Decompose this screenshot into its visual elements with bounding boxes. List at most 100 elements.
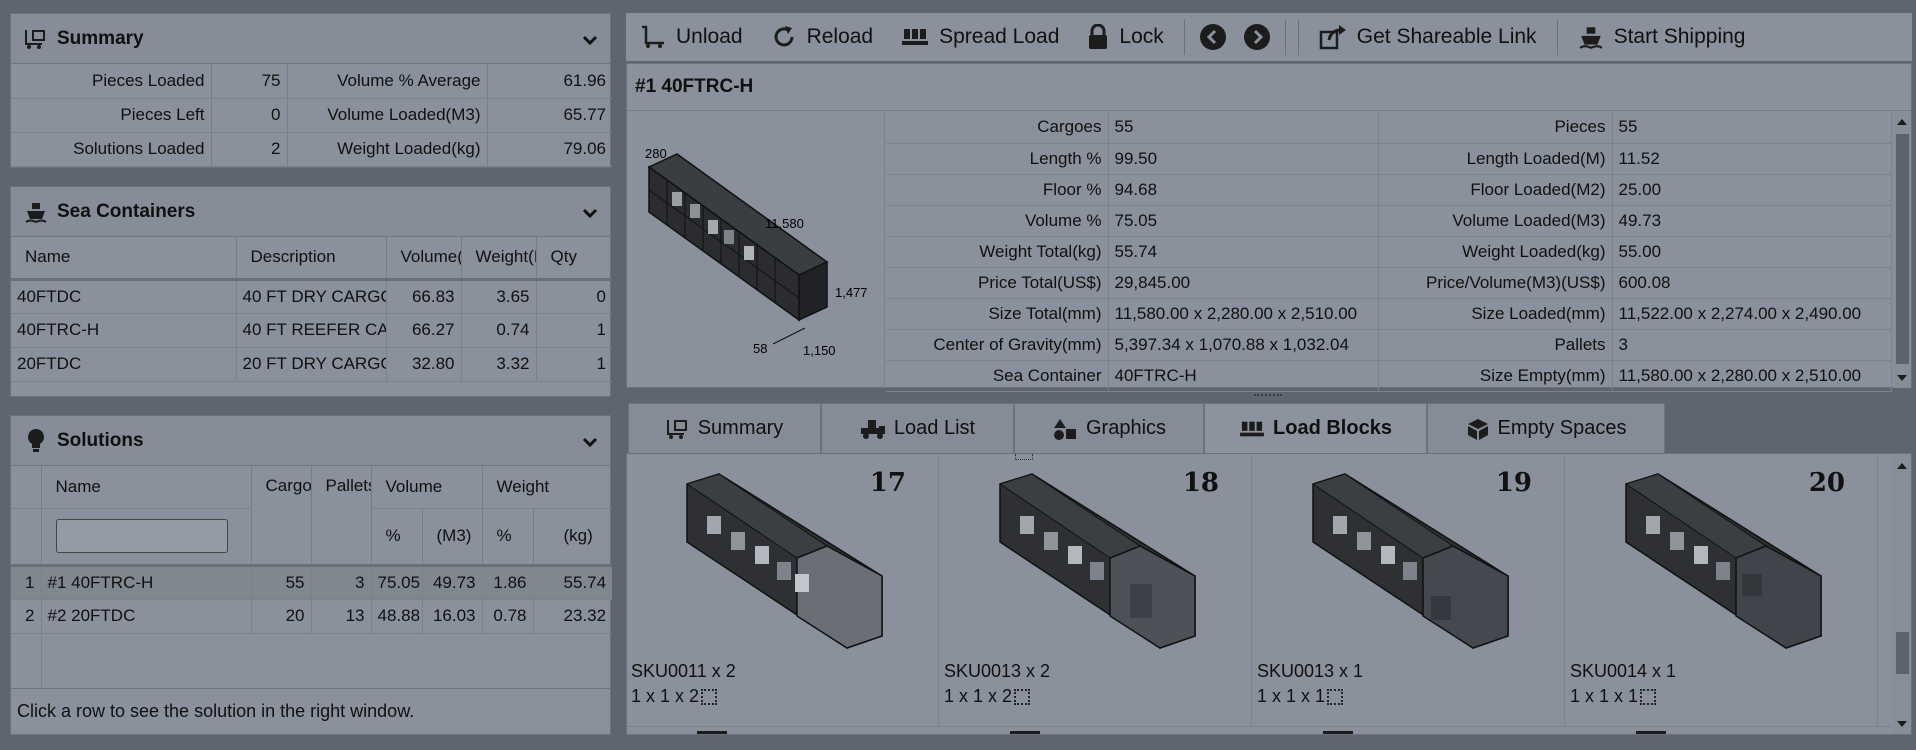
table-row[interactable]: 40FTRC-H 40 FT REEFER CA 66.27 0.74 1: [11, 313, 612, 348]
spread-load-button[interactable]: Spread Load: [887, 13, 1073, 61]
block-sku: SKU0014 x 1: [1570, 661, 1677, 681]
column-header[interactable]: Name: [41, 466, 252, 509]
box-icon: [1467, 418, 1488, 440]
column-header[interactable]: Qty: [536, 237, 612, 281]
table-row: Center of Gravity(mm) 5,397.34 x 1,070.88…: [886, 329, 1892, 361]
previous-button[interactable]: [1191, 13, 1235, 61]
solutions-header[interactable]: Solutions: [11, 416, 610, 466]
reload-button[interactable]: Reload: [757, 13, 888, 61]
name-filter-input[interactable]: [55, 519, 228, 553]
chevron-down-icon[interactable]: [580, 30, 600, 50]
tab-summary[interactable]: Summary: [628, 403, 821, 453]
detail-label: Volume Loaded(M3): [1378, 205, 1613, 237]
diagram-label-length: 11,580: [765, 216, 804, 231]
container-3d-image: 280 11,580 1,477 58 1,150: [645, 146, 868, 358]
block-dims: 1 x 1 x 1: [1257, 686, 1326, 706]
detail-value: 55: [1612, 112, 1892, 144]
column-header[interactable]: Weight(I: [461, 237, 537, 281]
sea-containers-header[interactable]: Sea Containers: [11, 187, 610, 237]
block-peek: [1636, 731, 1666, 734]
chevron-down-icon[interactable]: [580, 203, 600, 223]
column-header[interactable]: Name: [11, 237, 237, 281]
lock-icon: [1089, 24, 1108, 49]
stat-label: Volume % Average: [287, 64, 488, 99]
detail-value: 99.50: [1108, 143, 1379, 175]
detail-scrollbar-thumb[interactable]: [1896, 134, 1909, 364]
detail-value: 55.00: [1612, 236, 1892, 268]
ship-icon: [23, 199, 49, 225]
summary-panel-header[interactable]: Summary: [11, 14, 610, 64]
loader-icon: [23, 26, 49, 52]
next-button[interactable]: [1235, 13, 1279, 61]
scroll-up-icon[interactable]: [1893, 114, 1911, 130]
table-header-row: Name Cargo Pallets Volume Weight: [11, 466, 613, 567]
index-header: [11, 466, 42, 509]
solution-weight-kg: 55.74: [533, 565, 613, 600]
sea-containers-title: Sea Containers: [57, 200, 196, 222]
container-qty: 0: [536, 279, 612, 314]
detail-value: 11,522.00 x 2,274.00 x 2,490.00: [1612, 298, 1892, 330]
detail-scrollbar[interactable]: [1893, 112, 1911, 388]
scroll-down-icon[interactable]: [1893, 716, 1911, 732]
load-block-card[interactable]: 19 SKU0013 x 1 1 x 1 x 1: [1253, 456, 1565, 726]
detail-label: Price Total(US$): [886, 267, 1109, 299]
loader-icon: [666, 419, 687, 439]
tab-load-list[interactable]: Load List: [821, 403, 1014, 453]
shareable-link-button[interactable]: Get Shareable Link: [1305, 13, 1551, 61]
unload-button[interactable]: Unload: [626, 13, 757, 61]
table-row[interactable]: 1 #1 40FTRC-H 55 3 75.05 49.73 1.86 55.7…: [11, 565, 613, 600]
solution-weight-pct: 0.78: [482, 599, 534, 634]
solution-volume-pct: 75.05: [371, 565, 423, 600]
solution-weight-pct: 1.86: [482, 565, 534, 600]
solution-cargo: 55: [251, 565, 312, 600]
spread-load-label: Spread Load: [939, 25, 1060, 48]
detail-label: Sea Container: [886, 360, 1109, 392]
blocks-scrollbar-thumb[interactable]: [1896, 632, 1909, 674]
table-row[interactable]: 40FTDC 40 FT DRY CARGC 66.83 3.65 0: [11, 279, 612, 314]
detail-value: 40FTRC-H: [1108, 360, 1379, 392]
column-header[interactable]: Cargo: [251, 466, 312, 567]
splitter-handle[interactable]: [1254, 394, 1282, 398]
detail-value: 11,580.00 x 2,280.00 x 2,510.00: [1612, 360, 1892, 392]
solutions-title: Solutions: [57, 429, 144, 451]
load-block-card[interactable]: 18 SKU0013 x 2 1 x 1 x 2: [940, 456, 1252, 726]
column-header[interactable]: Volume(: [386, 237, 462, 281]
container-name: 20FTDC: [11, 347, 237, 382]
table-row: Weight Total(kg) 55.74 Weight Loaded(kg) 55…: [886, 236, 1892, 268]
table-row: Sea Container 40FTRC-H Size Empty(mm) 11,58…: [886, 360, 1892, 392]
table-row[interactable]: 2 #2 20FTDC 20 13 48.88 16.03 0.78 23.32: [11, 599, 613, 634]
container-volume: 32.80: [386, 347, 462, 382]
column-header[interactable]: Description: [236, 237, 387, 281]
column-subheader: (kg): [533, 508, 613, 567]
start-shipping-button[interactable]: Start Shipping: [1564, 13, 1760, 61]
load-block-card[interactable]: 17 SKU0011 x 2 1 x 1 x 2: [627, 456, 939, 726]
pallet-icon: [1240, 421, 1264, 436]
container-qty: 1: [536, 347, 612, 382]
tab-graphics[interactable]: Graphics: [1014, 403, 1204, 453]
stat-label: Weight Loaded(kg): [287, 132, 488, 167]
container-name: 40FTDC: [11, 279, 237, 314]
solution-name: #2 20FTDC: [41, 599, 252, 634]
tab-load-blocks[interactable]: Load Blocks: [1204, 403, 1427, 453]
chevron-down-icon[interactable]: [580, 432, 600, 452]
blocks-scrollbar[interactable]: [1893, 454, 1911, 734]
block-number: 19: [1495, 468, 1532, 498]
detail-value: 5,397.34 x 1,070.88 x 1,032.04: [1108, 329, 1379, 361]
lock-button[interactable]: Lock: [1073, 13, 1177, 61]
tab-summary-label: Summary: [697, 417, 784, 439]
detail-label: Floor Loaded(M2): [1378, 174, 1613, 206]
diagram-label-width: 1,150: [803, 343, 836, 358]
tab-empty-spaces[interactable]: Empty Spaces: [1427, 403, 1665, 453]
detail-value: 25.00: [1612, 174, 1892, 206]
scroll-down-icon[interactable]: [1893, 370, 1911, 386]
load-block-card[interactable]: 20 SKU0014 x 1 1 x 1 x 1: [1566, 456, 1878, 726]
table-row[interactable]: 20FTDC 20 FT DRY CARGC 32.80 3.32 1: [11, 347, 612, 382]
column-header[interactable]: Weight: [482, 466, 613, 509]
container-diagram: 280 11,580 1,477 58 1,150: [627, 112, 885, 388]
column-header[interactable]: Pallets: [311, 466, 372, 567]
diagram-label-top: 280: [645, 146, 667, 161]
detail-value: 55.74: [1108, 236, 1379, 268]
column-header[interactable]: Volume: [371, 466, 483, 509]
scroll-up-icon[interactable]: [1893, 458, 1911, 474]
stat-label: Volume Loaded(M3): [287, 98, 488, 133]
